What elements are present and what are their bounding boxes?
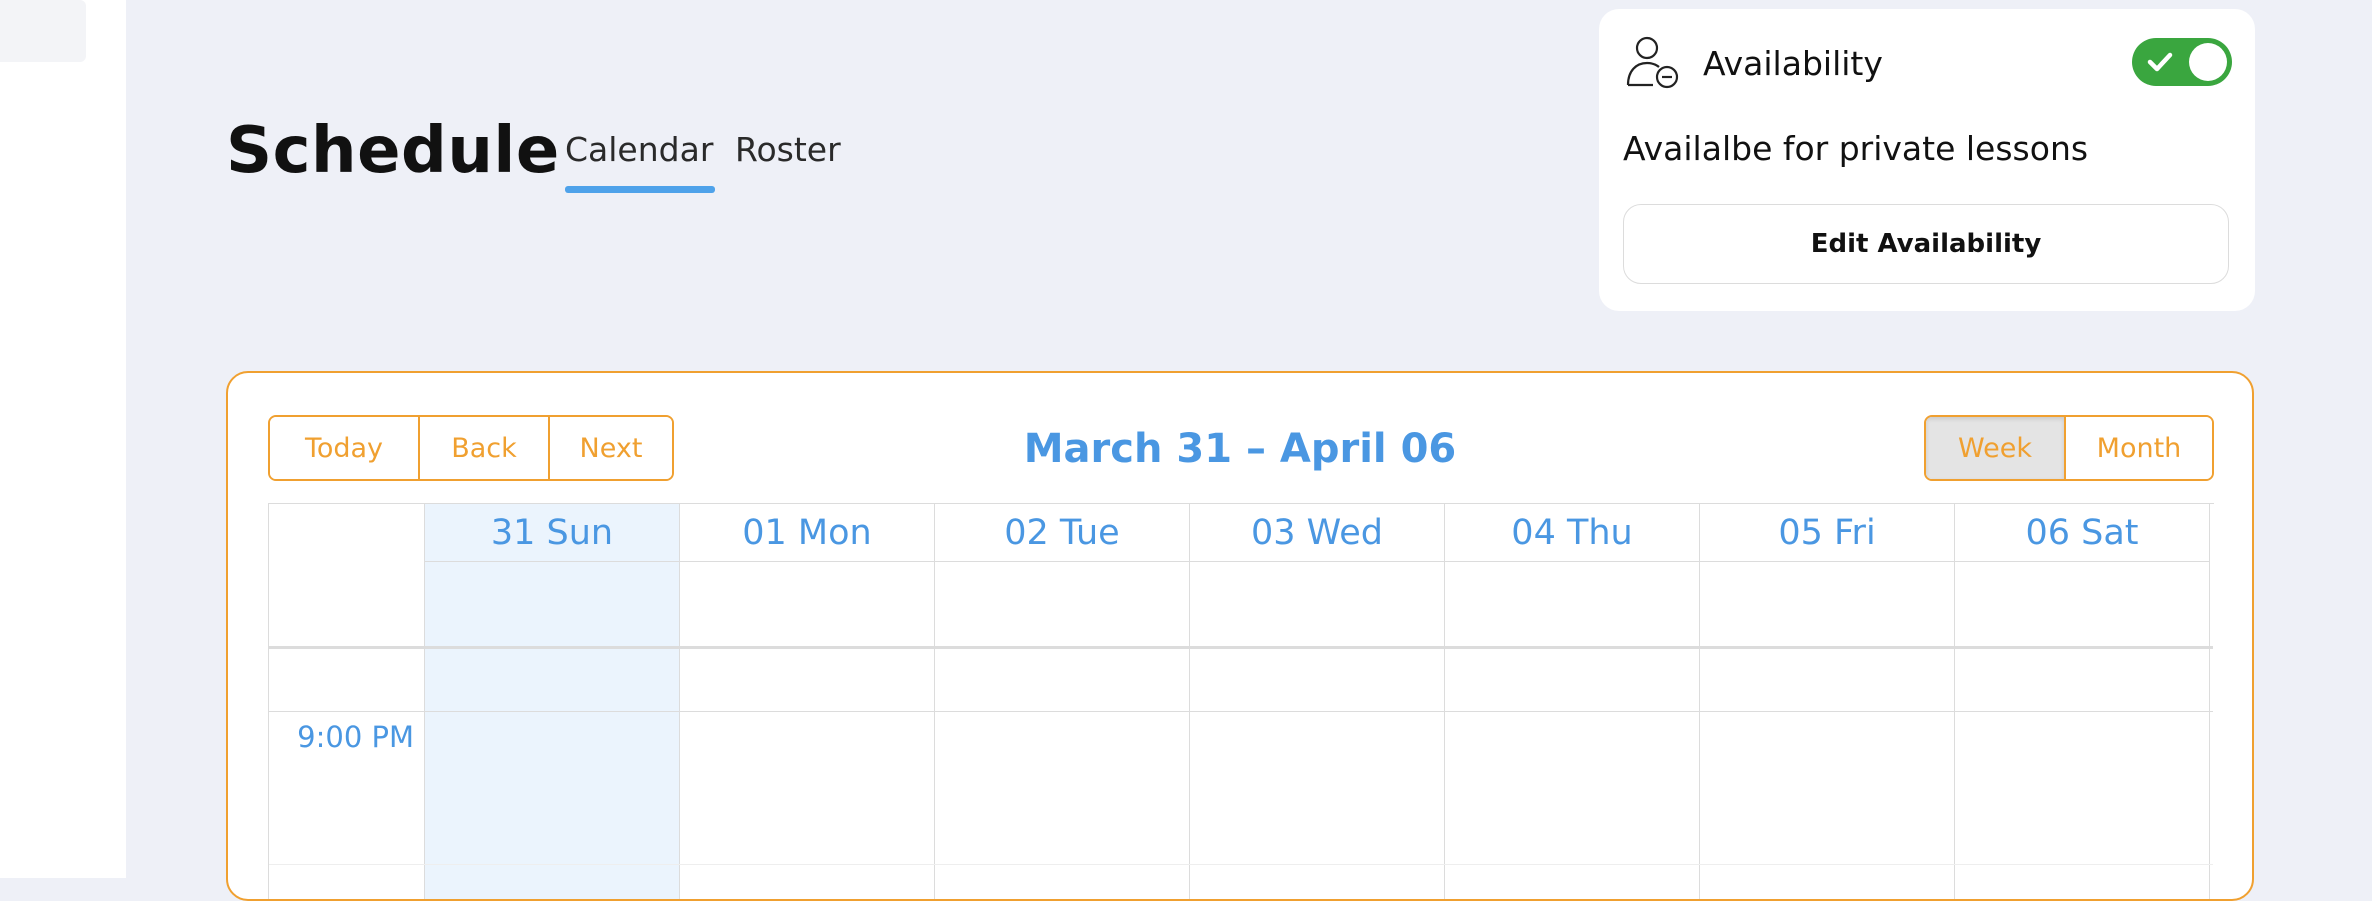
day-header[interactable]: 31 Sun: [425, 504, 679, 562]
availability-card: Availability Availalbe for private lesso…: [1599, 9, 2255, 311]
active-tab-indicator: [565, 186, 715, 193]
edit-availability-button[interactable]: Edit Availability: [1623, 204, 2229, 284]
time-gutter: 9:00 PM: [269, 504, 425, 899]
day-column-thu[interactable]: 04 Thu: [1445, 504, 1700, 899]
day-column-sat[interactable]: 06 Sat: [1955, 504, 2210, 899]
all-day-row-divider: [269, 646, 2213, 649]
view-switcher: Week Month: [1924, 415, 2214, 481]
time-row-divider: [269, 864, 2213, 865]
check-icon: [2146, 48, 2174, 76]
day-header[interactable]: 05 Fri: [1700, 504, 1954, 562]
month-view-button[interactable]: Month: [2064, 417, 2212, 479]
sidebar: [0, 0, 126, 878]
day-header[interactable]: 04 Thu: [1445, 504, 1699, 562]
day-column-tue[interactable]: 02 Tue: [935, 504, 1190, 899]
time-row-divider: [269, 711, 2213, 712]
day-column-mon[interactable]: 01 Mon: [680, 504, 935, 899]
time-slot-label: 9:00 PM: [297, 720, 414, 754]
availability-description: Availalbe for private lessons: [1623, 129, 2089, 168]
day-header[interactable]: 03 Wed: [1190, 504, 1444, 562]
user-minus-icon: [1623, 33, 1683, 93]
tab-calendar[interactable]: Calendar: [565, 126, 713, 174]
page-title: Schedule: [226, 114, 560, 188]
day-header[interactable]: 01 Mon: [680, 504, 934, 562]
week-grid: 9:00 PM 31 Sun 01 Mon 02 Tue 03 Wed 04 T…: [268, 503, 2214, 899]
week-view-button[interactable]: Week: [1926, 417, 2064, 479]
day-column-fri[interactable]: 05 Fri: [1700, 504, 1955, 899]
day-column-wed[interactable]: 03 Wed: [1190, 504, 1445, 899]
day-header[interactable]: 02 Tue: [935, 504, 1189, 562]
availability-toggle[interactable]: [2132, 38, 2232, 86]
availability-title: Availability: [1703, 44, 1883, 83]
sidebar-item[interactable]: [0, 0, 86, 62]
day-header[interactable]: 06 Sat: [1955, 504, 2209, 562]
toggle-knob: [2189, 43, 2227, 81]
day-column-sun[interactable]: 31 Sun: [425, 504, 680, 899]
tab-roster[interactable]: Roster: [735, 126, 841, 174]
calendar-panel: Today Back Next March 31 – April 06 Week…: [226, 371, 2254, 901]
